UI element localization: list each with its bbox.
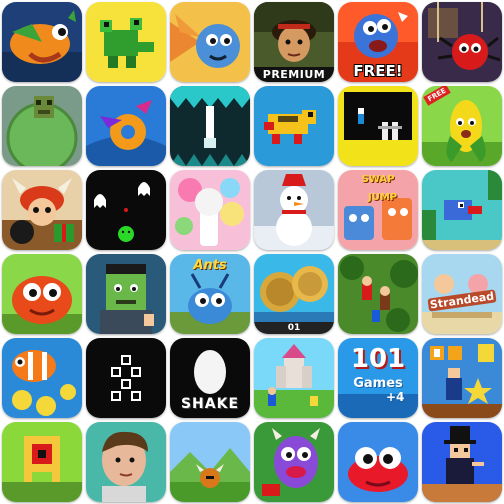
- one-eye-monster-icon: [2, 422, 82, 502]
- man-portrait-icon: [86, 422, 166, 502]
- app-tile-voxel-frog[interactable]: [86, 2, 166, 82]
- app-tile-red-crab[interactable]: [338, 422, 418, 502]
- app-tile-candy[interactable]: [170, 170, 250, 250]
- pixel-frog-icon: [254, 86, 334, 166]
- viking-bomb-icon: [2, 170, 82, 250]
- app-tile-coins[interactable]: 01: [254, 254, 334, 334]
- flappy-pixel-bird-icon: [422, 170, 502, 250]
- castle-rpg-icon: [254, 338, 334, 418]
- forest-adventure-icon: [338, 254, 418, 334]
- clownfish-coins-icon: [2, 338, 82, 418]
- app-tile-flappy[interactable]: [422, 170, 502, 250]
- app-tile-101-games[interactable]: 101 Games +4: [338, 338, 418, 418]
- app-icon-grid: PREMIUM FREE! FREE SWAP JUMP Ants 01 Str…: [2, 2, 502, 502]
- orange-blob-icon: [2, 254, 82, 334]
- flying-donut-bird-icon: [86, 86, 166, 166]
- app-tile-strandead[interactable]: Strandead: [422, 254, 502, 334]
- spider-puzzle-icon: [422, 2, 502, 82]
- jump-title: JUMP: [368, 192, 398, 203]
- app-tile-viking-bomb[interactable]: [2, 170, 82, 250]
- app-tile-ghosts[interactable]: [86, 170, 166, 250]
- zombie-frankenstein-icon: [86, 254, 166, 334]
- 101-title: 101: [350, 344, 406, 374]
- tophat-gentleman-icon: [422, 422, 502, 502]
- app-tile-corn[interactable]: FREE: [422, 86, 502, 166]
- purple-monster-icon: [254, 422, 334, 502]
- shake-title: SHAKE: [180, 396, 240, 412]
- snowman-icon: [254, 170, 334, 250]
- candy-lollipop-icon: [170, 170, 250, 250]
- app-tile-donut-bird[interactable]: [86, 86, 166, 166]
- score-label: 01: [254, 322, 334, 334]
- spike-maze-icon: [170, 86, 250, 166]
- app-tile-purple-monster[interactable]: [254, 422, 334, 502]
- app-tile-pixel-frog[interactable]: [254, 86, 334, 166]
- fish-game-icon: [2, 2, 82, 82]
- app-tile-adventurer-premium[interactable]: PREMIUM: [254, 2, 334, 82]
- app-tile-clownfish[interactable]: [2, 338, 82, 418]
- app-tile-spider[interactable]: [422, 2, 502, 82]
- app-tile-ants[interactable]: Ants: [170, 254, 250, 334]
- app-tile-zombie[interactable]: [86, 254, 166, 334]
- blue-creature-icon: [170, 2, 250, 82]
- app-tile-castle[interactable]: [254, 338, 334, 418]
- app-tile-fish[interactable]: [2, 2, 82, 82]
- plus-badge: +4: [386, 390, 405, 404]
- swap-title: SWAP: [361, 174, 395, 185]
- app-tile-tophat[interactable]: [422, 422, 502, 502]
- app-tile-shake[interactable]: SHAKE: [170, 338, 250, 418]
- ants-title: Ants: [193, 258, 227, 273]
- app-tile-cube-planet[interactable]: [2, 86, 82, 166]
- app-tile-snowman[interactable]: [254, 170, 334, 250]
- pixel-runner-icon: [338, 86, 418, 166]
- app-tile-platformer[interactable]: [422, 338, 502, 418]
- dice-dots-icon: [86, 338, 166, 418]
- app-tile-spike-maze[interactable]: [170, 86, 250, 166]
- app-tile-orange-blob[interactable]: [2, 254, 82, 334]
- pixel-platformer-icon: [422, 338, 502, 418]
- app-tile-portrait[interactable]: [86, 422, 166, 502]
- app-tile-pixel-runner[interactable]: [338, 86, 418, 166]
- app-tile-one-eye[interactable]: [2, 422, 82, 502]
- ghosts-dark-icon: [86, 170, 166, 250]
- app-tile-dice-dots[interactable]: [86, 338, 166, 418]
- games-title: Games: [353, 376, 403, 391]
- voxel-frog-icon: [86, 2, 166, 82]
- green-cube-planet-icon: [2, 86, 82, 166]
- red-crab-blob-icon: [338, 422, 418, 502]
- premium-badge: PREMIUM: [254, 67, 334, 82]
- app-tile-forest[interactable]: [338, 254, 418, 334]
- app-tile-blue-monster[interactable]: FREE!: [338, 2, 418, 82]
- app-tile-swap-jump[interactable]: SWAP JUMP: [338, 170, 418, 250]
- app-tile-viking-field[interactable]: [170, 422, 250, 502]
- app-tile-blue-creature[interactable]: [170, 2, 250, 82]
- free-badge: FREE!: [353, 62, 403, 80]
- viking-field-icon: [170, 422, 250, 502]
